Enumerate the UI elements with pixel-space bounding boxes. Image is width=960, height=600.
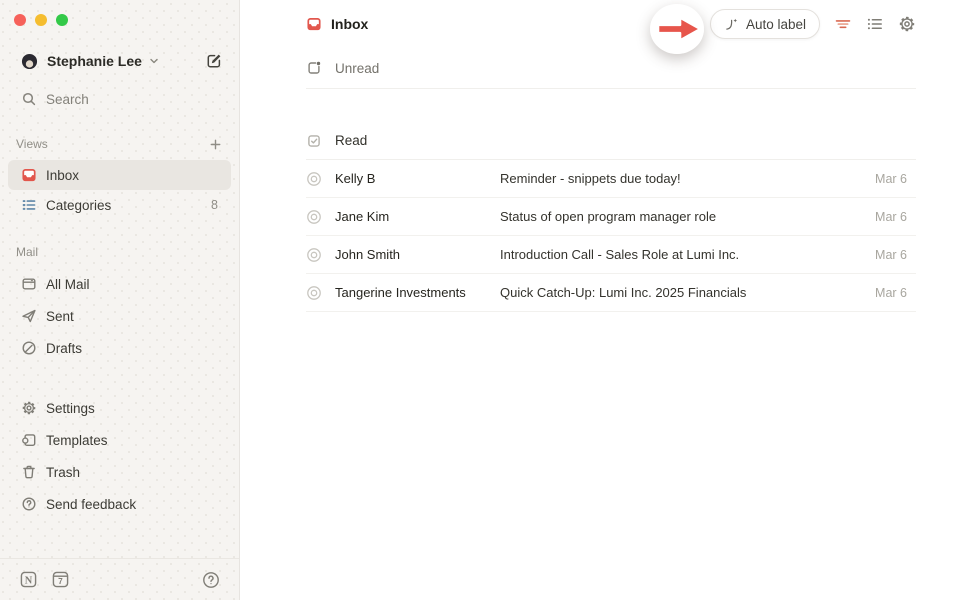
search-icon [21, 91, 37, 107]
email-sender: Tangerine Investments [335, 285, 487, 300]
email-subject: Status of open program manager role [500, 209, 862, 224]
svg-text:7: 7 [58, 577, 63, 586]
sidebar-item-label: Trash [46, 465, 80, 480]
email-date: Mar 6 [875, 210, 907, 224]
email-row[interactable]: Jane Kim Status of open program manager … [306, 198, 916, 236]
svg-text:N: N [25, 575, 33, 586]
mail-section-heading: Mail [0, 242, 239, 262]
chevron-down-icon [149, 56, 159, 66]
list-view-button[interactable] [866, 15, 884, 33]
email-date: Mar 6 [875, 286, 907, 300]
categories-count-badge: 8 [211, 198, 218, 212]
help-icon[interactable] [202, 571, 220, 589]
sidebar-item-label: Drafts [46, 341, 82, 356]
email-sender: John Smith [335, 247, 487, 262]
calendar-icon[interactable]: 7 [52, 571, 69, 588]
categories-icon [21, 197, 37, 213]
search-label: Search [46, 92, 89, 107]
section-spacer [240, 89, 960, 122]
read-checkbox-icon [306, 133, 322, 149]
auto-label-sparkle-icon [724, 17, 739, 32]
inbox-icon [306, 16, 322, 32]
email-sender: Jane Kim [335, 209, 487, 224]
question-circle-icon [21, 496, 37, 512]
select-circle-icon[interactable] [306, 247, 322, 263]
mail-app-window: Stephanie Lee Search Views [0, 0, 960, 600]
avatar [21, 53, 38, 70]
toolbar: Auto label [710, 9, 916, 39]
page-title-label: Inbox [331, 16, 368, 32]
minimize-window-button[interactable] [35, 14, 47, 26]
sidebar-item-sent[interactable]: Sent [8, 301, 231, 331]
zoom-window-button[interactable] [56, 14, 68, 26]
trash-icon [21, 464, 37, 480]
email-subject: Quick Catch-Up: Lumi Inc. 2025 Financial… [500, 285, 862, 300]
sidebar-item-inbox[interactable]: Inbox [8, 160, 231, 190]
sidebar-item-label: Categories [46, 198, 111, 213]
notion-mail-logo-icon[interactable]: N [20, 571, 37, 588]
auto-label-button[interactable]: Auto label [710, 9, 820, 39]
email-date: Mar 6 [875, 172, 907, 186]
account-switcher[interactable]: Stephanie Lee [8, 47, 231, 75]
all-mail-icon [21, 276, 37, 292]
views-section-heading: Views [0, 134, 239, 154]
section-label: Unread [335, 61, 379, 76]
sidebar: Stephanie Lee Search Views [0, 0, 240, 600]
unread-icon [306, 60, 322, 76]
gear-icon [21, 400, 37, 416]
email-sender: Kelly B [335, 171, 487, 186]
email-row[interactable]: Kelly B Reminder - snippets due today! M… [306, 160, 916, 198]
section-header-unread[interactable]: Unread [306, 48, 916, 89]
email-row[interactable]: Tangerine Investments Quick Catch-Up: Lu… [306, 274, 916, 312]
select-circle-icon[interactable] [306, 209, 322, 225]
main-content: Inbox Auto label [240, 0, 960, 600]
email-subject: Reminder - snippets due today! [500, 171, 862, 186]
sidebar-item-categories[interactable]: Categories 8 [8, 190, 231, 220]
auto-label-label: Auto label [746, 17, 806, 32]
drafts-icon [21, 340, 37, 356]
sidebar-item-all-mail[interactable]: All Mail [8, 269, 231, 299]
section-label: Read [335, 133, 367, 148]
annotation-arrow [648, 2, 710, 56]
email-date: Mar 6 [875, 248, 907, 262]
filter-button[interactable] [834, 15, 852, 33]
select-circle-icon[interactable] [306, 285, 322, 301]
sent-icon [21, 308, 37, 324]
sidebar-item-send-feedback[interactable]: Send feedback [8, 489, 231, 519]
compose-button[interactable] [205, 52, 223, 70]
templates-icon [21, 432, 37, 448]
sidebar-item-label: Sent [46, 309, 74, 324]
sidebar-item-label: Templates [46, 433, 108, 448]
select-circle-icon[interactable] [306, 171, 322, 187]
sidebar-item-settings[interactable]: Settings [8, 393, 231, 423]
page-title: Inbox [306, 16, 368, 32]
sidebar-item-label: Inbox [46, 168, 79, 183]
email-subject: Introduction Call - Sales Role at Lumi I… [500, 247, 862, 262]
sidebar-item-trash[interactable]: Trash [8, 457, 231, 487]
sidebar-item-templates[interactable]: Templates [8, 425, 231, 455]
search-button[interactable]: Search [8, 85, 231, 113]
add-view-button[interactable] [208, 137, 223, 152]
sidebar-bottom-bar: N 7 [0, 558, 239, 600]
sidebar-item-label: All Mail [46, 277, 90, 292]
section-header-read[interactable]: Read [306, 122, 916, 160]
mail-heading-label: Mail [16, 245, 38, 259]
settings-gear-button[interactable] [898, 15, 916, 33]
sidebar-item-label: Settings [46, 401, 95, 416]
sidebar-item-label: Send feedback [46, 497, 136, 512]
window-controls [0, 0, 239, 26]
main-header: Inbox Auto label [240, 0, 960, 48]
sidebar-item-drafts[interactable]: Drafts [8, 333, 231, 363]
arrow-glow [650, 4, 704, 54]
email-row[interactable]: John Smith Introduction Call - Sales Rol… [306, 236, 916, 274]
profile-name: Stephanie Lee [47, 53, 142, 69]
close-window-button[interactable] [14, 14, 26, 26]
views-heading-label: Views [16, 137, 48, 151]
inbox-icon [21, 167, 37, 183]
